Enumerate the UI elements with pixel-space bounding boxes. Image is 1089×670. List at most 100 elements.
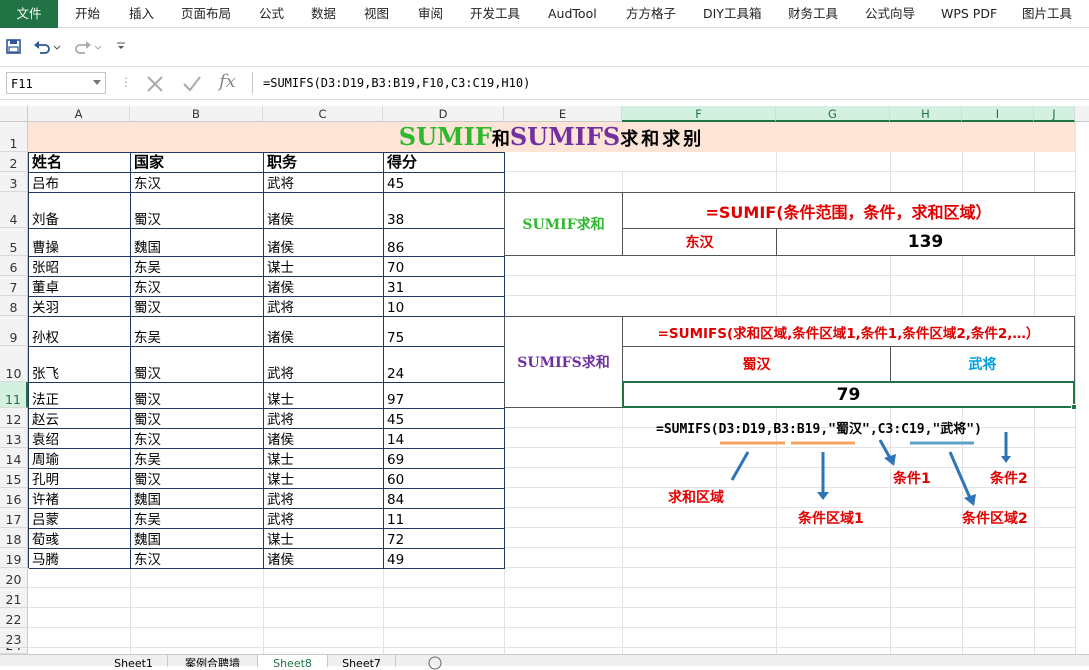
tab-diy-toolbox[interactable]: DIY工具箱 xyxy=(703,0,761,28)
tab-fangfang[interactable]: 方方格子 xyxy=(626,0,676,28)
tab-page-layout[interactable]: 页面布局 xyxy=(181,0,231,28)
table-cell-score[interactable]: 70 xyxy=(384,257,505,277)
table-cell-name[interactable]: 赵云 xyxy=(29,409,131,429)
table-cell-role[interactable]: 诸侯 xyxy=(264,277,384,297)
row-header-5[interactable]: 5 xyxy=(0,228,28,256)
table-cell-country[interactable]: 东汉 xyxy=(131,429,264,449)
column-header-g[interactable]: G xyxy=(776,106,890,122)
table-cell-country[interactable]: 东吴 xyxy=(131,509,264,529)
insert-function-icon[interactable]: fx xyxy=(219,71,236,92)
table-cell-score[interactable]: 49 xyxy=(384,549,505,569)
column-header-b[interactable]: B xyxy=(130,106,263,122)
tab-data[interactable]: 数据 xyxy=(311,0,336,28)
table-cell-country[interactable]: 东汉 xyxy=(131,173,264,193)
tab-developer[interactable]: 开发工具 xyxy=(470,0,520,28)
table-header-role[interactable]: 职务 xyxy=(264,153,384,173)
sumifs-result-cell-selected[interactable]: 79 xyxy=(622,381,1075,408)
tab-wps-pdf[interactable]: WPS PDF xyxy=(941,0,997,28)
table-cell-role[interactable]: 诸侯 xyxy=(264,429,384,449)
enter-check-icon[interactable] xyxy=(182,75,202,93)
row-header-13[interactable]: 13 xyxy=(0,428,28,448)
table-cell-country[interactable]: 蜀汉 xyxy=(131,347,264,383)
table-cell-country[interactable]: 东汉 xyxy=(131,549,264,569)
table-cell-country[interactable]: 蜀汉 xyxy=(131,193,264,229)
undo-icon[interactable] xyxy=(33,39,61,54)
row-header-16[interactable]: 16 xyxy=(0,488,28,508)
table-cell-score[interactable]: 60 xyxy=(384,469,505,489)
tab-file[interactable]: 文件 xyxy=(0,0,58,28)
table-cell-role[interactable]: 武将 xyxy=(264,347,384,383)
table-cell-name[interactable]: 张飞 xyxy=(29,347,131,383)
table-header-country[interactable]: 国家 xyxy=(131,153,264,173)
table-cell-name[interactable]: 袁绍 xyxy=(29,429,131,449)
row-header-2[interactable]: 2 xyxy=(0,152,28,172)
redo-icon[interactable] xyxy=(74,39,102,54)
table-cell-name[interactable]: 周瑜 xyxy=(29,449,131,469)
row-header-14[interactable]: 14 xyxy=(0,448,28,468)
table-cell-score[interactable]: 75 xyxy=(384,317,505,347)
table-header-score[interactable]: 得分 xyxy=(384,153,505,173)
sheet-tab-case[interactable]: 案例合聘墙 xyxy=(168,655,258,667)
table-cell-country[interactable]: 东吴 xyxy=(131,317,264,347)
sheet-tab-sheet1[interactable]: Sheet1 xyxy=(100,655,168,667)
row-header-3[interactable]: 3 xyxy=(0,172,28,192)
sheet-tab-sheet8[interactable]: Sheet8 xyxy=(258,655,328,667)
table-cell-name[interactable]: 吕蒙 xyxy=(29,509,131,529)
tab-finance-tools[interactable]: 财务工具 xyxy=(788,0,838,28)
column-header-e[interactable]: E xyxy=(504,106,622,122)
table-cell-role[interactable]: 谋士 xyxy=(264,469,384,489)
row-header-8[interactable]: 8 xyxy=(0,296,28,316)
fill-handle[interactable] xyxy=(1071,404,1077,410)
column-header-a[interactable]: A xyxy=(28,106,130,122)
table-cell-score[interactable]: 14 xyxy=(384,429,505,449)
table-cell-role[interactable]: 武将 xyxy=(264,173,384,193)
table-cell-score[interactable]: 45 xyxy=(384,173,505,193)
table-cell-country[interactable]: 东吴 xyxy=(131,449,264,469)
table-cell-name[interactable]: 董卓 xyxy=(29,277,131,297)
tab-view[interactable]: 视图 xyxy=(364,0,389,28)
sumif-result-cell[interactable]: 139 xyxy=(776,228,1075,256)
column-header-h[interactable]: H xyxy=(890,106,962,122)
table-cell-name[interactable]: 孔明 xyxy=(29,469,131,489)
row-header-17[interactable]: 17 xyxy=(0,508,28,528)
row-header-11[interactable]: 11 xyxy=(0,382,28,408)
table-cell-country[interactable]: 蜀汉 xyxy=(131,409,264,429)
sheet-tab-sheet7[interactable]: Sheet7 xyxy=(328,655,396,667)
table-cell-score[interactable]: 10 xyxy=(384,297,505,317)
cancel-icon[interactable] xyxy=(146,75,164,93)
table-cell-score[interactable]: 11 xyxy=(384,509,505,529)
table-cell-score[interactable]: 84 xyxy=(384,489,505,509)
table-cell-score[interactable]: 97 xyxy=(384,383,505,409)
table-cell-role[interactable]: 谋士 xyxy=(264,449,384,469)
column-header-f[interactable]: F xyxy=(622,106,776,122)
row-header-23[interactable]: 23 xyxy=(0,628,28,648)
table-cell-score[interactable]: 38 xyxy=(384,193,505,229)
table-cell-role[interactable]: 谋士 xyxy=(264,383,384,409)
table-cell-score[interactable]: 69 xyxy=(384,449,505,469)
row-header-19[interactable]: 19 xyxy=(0,548,28,568)
table-cell-name[interactable]: 法正 xyxy=(29,383,131,409)
row-header-22[interactable]: 22 xyxy=(0,608,28,628)
row-header-1[interactable]: 1 xyxy=(0,122,28,152)
name-box-dropdown-icon[interactable] xyxy=(93,80,101,86)
table-cell-role[interactable]: 武将 xyxy=(264,297,384,317)
tab-insert[interactable]: 插入 xyxy=(129,0,154,28)
table-cell-country[interactable]: 魏国 xyxy=(131,229,264,257)
table-cell-score[interactable]: 24 xyxy=(384,347,505,383)
table-cell-name[interactable]: 刘备 xyxy=(29,193,131,229)
table-cell-score[interactable]: 31 xyxy=(384,277,505,297)
table-cell-role[interactable]: 武将 xyxy=(264,409,384,429)
sumifs-criteria1-cell[interactable]: 蜀汉 xyxy=(622,346,891,382)
tab-home[interactable]: 开始 xyxy=(75,0,100,28)
sumif-criteria-cell[interactable]: 东汉 xyxy=(622,228,777,256)
column-header-d[interactable]: D xyxy=(383,106,504,122)
save-icon[interactable] xyxy=(6,39,21,54)
tab-formula-wizard[interactable]: 公式向导 xyxy=(865,0,915,28)
row-header-18[interactable]: 18 xyxy=(0,528,28,548)
customize-toolbar-icon[interactable] xyxy=(116,41,126,51)
table-cell-role[interactable]: 诸侯 xyxy=(264,193,384,229)
formula-input[interactable]: =SUMIFS(D3:D19,B3:B19,F10,C3:C19,H10) xyxy=(252,72,1082,94)
table-cell-name[interactable]: 马腾 xyxy=(29,549,131,569)
table-cell-name[interactable]: 许褚 xyxy=(29,489,131,509)
name-box[interactable]: F11 xyxy=(6,72,106,94)
